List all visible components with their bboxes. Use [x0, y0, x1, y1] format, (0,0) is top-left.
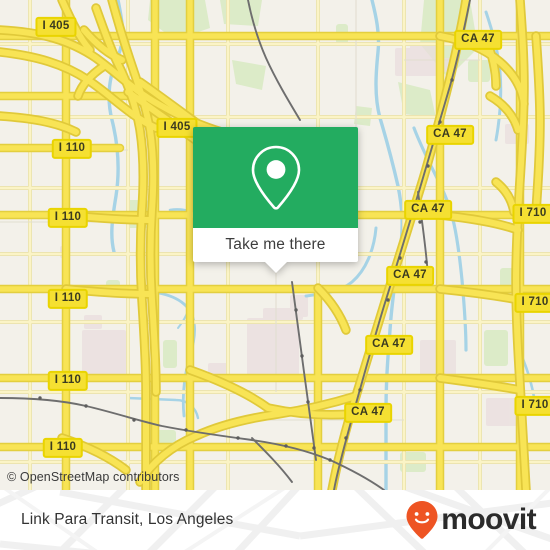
location-popup-card[interactable]: Take me there — [193, 127, 358, 273]
map-pin-icon — [251, 145, 300, 210]
highway-shield: CA 47 — [404, 199, 452, 221]
popup-pointer-tail — [264, 262, 287, 273]
highway-shield: CA 47 — [386, 265, 434, 287]
location-title: Link Para Transit, Los Angeles — [21, 511, 234, 528]
map-screenshot: I 405 I 405 I 110 I 110 I 110 I 110 I 110 CA 47… — [0, 0, 550, 550]
popup-header — [193, 127, 358, 228]
moovit-smiley-pin-icon — [406, 501, 438, 539]
map-attribution[interactable]: © OpenStreetMap contributors — [7, 470, 180, 484]
highway-shield: CA 47 — [365, 334, 413, 356]
highway-shield: I 110 — [47, 207, 89, 229]
highway-shield: I 110 — [42, 437, 84, 459]
highway-shield: I 710 — [512, 203, 550, 225]
highway-shield: I 405 — [35, 16, 77, 38]
highway-shield: CA 47 — [454, 29, 502, 51]
highway-shield: CA 47 — [426, 124, 474, 146]
highway-shield: CA 47 — [344, 402, 392, 424]
highway-shield: I 110 — [51, 138, 93, 160]
highway-shield: I 710 — [514, 292, 550, 314]
take-me-there-label: Take me there — [225, 236, 326, 253]
moovit-brand[interactable]: moovit — [405, 500, 537, 540]
highway-shield: I 110 — [47, 370, 89, 392]
footer-bar: Link Para Transit, Los Angeles moovit — [0, 490, 550, 550]
moovit-wordmark: moovit — [441, 503, 536, 536]
popup-action-bar[interactable]: Take me there — [193, 228, 358, 262]
highway-shield: I 110 — [47, 288, 89, 310]
highway-shield: I 405 — [156, 117, 198, 139]
highway-shield: I 710 — [514, 395, 550, 417]
